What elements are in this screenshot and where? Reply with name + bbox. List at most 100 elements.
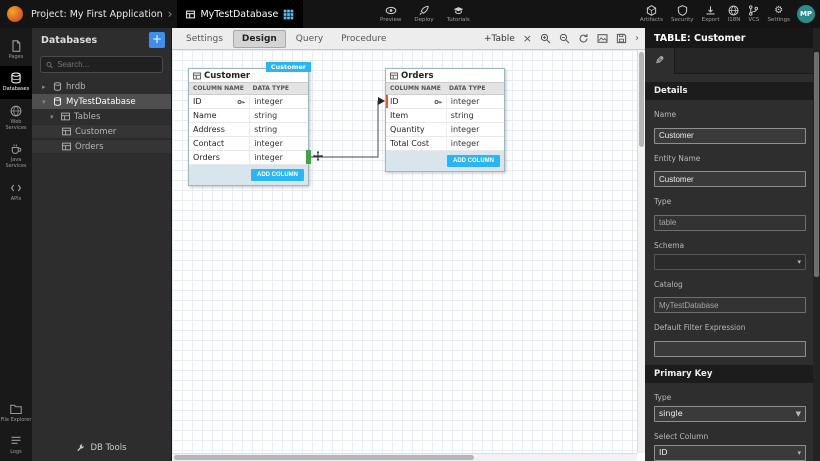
overflow-chevron-icon[interactable]: › — [635, 33, 639, 44]
edit-tab[interactable]: ✎ — [645, 48, 675, 74]
security-label: Security — [671, 17, 694, 23]
security-button[interactable]: Security — [671, 0, 694, 28]
add-table-button[interactable]: +Table — [484, 34, 515, 44]
tree-item-tables[interactable]: ▾ Tables — [32, 109, 171, 124]
settings-button[interactable]: ⚙ Settings — [767, 0, 790, 28]
canvas-horizontal-scrollbar[interactable] — [172, 453, 637, 461]
key-icon — [434, 98, 442, 106]
eye-icon — [385, 5, 397, 16]
pk-type-select[interactable]: single ▼ — [654, 406, 806, 422]
tree-item-label: MyTestDatabase — [66, 97, 136, 107]
rail-item-file-explorer[interactable]: File Explorer — [0, 397, 32, 429]
tree-item-customer[interactable]: Customer — [32, 124, 171, 139]
globe-icon — [728, 5, 739, 16]
rail-item-apis[interactable]: APIs — [0, 176, 32, 208]
rail-item-pages[interactable]: Pages — [0, 34, 32, 66]
rail-item-web-services[interactable]: Web Services — [0, 99, 32, 138]
tree-item-hrdb[interactable]: ▸ hrdb — [32, 79, 171, 94]
column-name: Total Cost — [390, 139, 429, 148]
tables-icon — [61, 112, 70, 121]
add-column-button[interactable]: ADD COLUMN — [251, 169, 304, 181]
table-row[interactable]: ID integer — [189, 95, 308, 109]
inspector-scrollbar[interactable] — [813, 28, 820, 461]
database-tab-label: MyTestDatabase — [200, 9, 278, 20]
logs-icon — [10, 435, 22, 447]
table-row[interactable]: Name string — [189, 109, 308, 123]
entity-title-bar[interactable]: Orders — [386, 69, 504, 83]
zoom-out-icon[interactable] — [559, 33, 570, 44]
vcs-button[interactable]: VCS — [748, 0, 759, 28]
db-tools-button[interactable]: DB Tools — [32, 443, 171, 453]
add-column-button[interactable]: ADD COLUMN — [447, 155, 500, 167]
rail-item-java-services[interactable]: Java Services — [0, 137, 32, 176]
tree-item-mytestdatabase[interactable]: ▾ MyTestDatabase — [32, 94, 171, 109]
default-filter-input[interactable] — [654, 341, 806, 357]
table-icon — [193, 72, 201, 80]
rail-item-databases[interactable]: Databases — [0, 66, 32, 98]
search-input[interactable] — [57, 60, 157, 69]
tutorials-button[interactable]: Tutorials — [447, 0, 470, 28]
table-row[interactable]: Contact integer — [189, 137, 308, 151]
column-name: Orders — [193, 153, 220, 162]
user-avatar[interactable]: MP — [797, 5, 815, 23]
project-name[interactable]: Project: My First Application — [31, 9, 163, 20]
database-tab[interactable]: MyTestDatabase — [177, 0, 303, 28]
scrollbar-thumb[interactable] — [639, 52, 644, 147]
table-row[interactable]: Total Cost integer — [386, 137, 504, 151]
tree-item-label: hrdb — [66, 82, 86, 92]
design-canvas[interactable]: Customer Customer COLUMN NAME DATA TYPE … — [172, 50, 637, 453]
snapshot-icon[interactable] — [597, 33, 608, 44]
i18n-button[interactable]: I18N — [728, 0, 741, 28]
tree-item-orders[interactable]: Orders — [32, 139, 171, 154]
rocket-icon — [418, 5, 430, 16]
schema-select: ▾ — [654, 254, 806, 270]
coffee-cup-icon — [10, 143, 22, 155]
tab-query[interactable]: Query — [288, 31, 331, 47]
relationship-handle[interactable] — [306, 150, 311, 164]
select-column-field: Select Column ID ▾ — [654, 432, 806, 461]
entity-card-orders[interactable]: Orders COLUMN NAME DATA TYPE ID integer … — [385, 68, 505, 172]
database-icon — [53, 82, 62, 91]
entity-card-customer[interactable]: Customer Customer COLUMN NAME DATA TYPE … — [188, 68, 309, 186]
shield-icon — [677, 5, 688, 16]
pk-type-label: Type — [654, 393, 806, 402]
zoom-in-icon[interactable] — [540, 33, 551, 44]
preview-button[interactable]: Preview — [380, 0, 401, 28]
sidebar-header: Databases + — [32, 28, 171, 52]
add-database-button[interactable]: + — [149, 32, 165, 48]
select-column-select[interactable]: ID ▾ — [654, 445, 806, 461]
name-input[interactable] — [654, 128, 806, 144]
apps-grid-icon[interactable] — [283, 9, 294, 20]
refresh-icon[interactable] — [578, 33, 589, 44]
rail-label: Logs — [10, 449, 22, 455]
entity-title: Orders — [401, 71, 434, 81]
table-row[interactable]: Address string — [189, 123, 308, 137]
deploy-button[interactable]: Deploy — [414, 0, 433, 28]
tab-procedure[interactable]: Procedure — [333, 31, 394, 47]
table-row[interactable]: ID integer — [386, 95, 504, 109]
vcs-label: VCS — [748, 17, 759, 23]
tab-settings[interactable]: Settings — [178, 31, 231, 47]
export-button[interactable]: Export — [702, 0, 720, 28]
canvas-vertical-scrollbar[interactable] — [637, 50, 645, 453]
chevron-down-icon: ▾ — [42, 98, 49, 106]
column-name: Address — [193, 125, 225, 134]
save-icon[interactable] — [616, 33, 627, 44]
rail-item-logs[interactable]: Logs — [0, 429, 32, 461]
deploy-label: Deploy — [414, 17, 433, 23]
sidebar-search[interactable] — [40, 56, 163, 73]
app-logo-icon[interactable] — [7, 6, 23, 22]
scrollbar-thumb[interactable] — [814, 52, 819, 277]
scrollbar-thumb[interactable] — [174, 455, 474, 460]
artifacts-button[interactable]: Artifacts — [640, 0, 663, 28]
table-row[interactable]: Item string — [386, 109, 504, 123]
delete-icon[interactable]: × — [523, 33, 532, 44]
entity-name-input[interactable] — [654, 171, 806, 187]
column-name: ID — [193, 97, 202, 106]
pencil-icon: ✎ — [655, 54, 664, 67]
table-row[interactable]: Orders integer — [189, 151, 308, 165]
column-type: string — [446, 109, 504, 122]
tab-design[interactable]: Design — [233, 30, 286, 48]
table-row[interactable]: Quantity integer — [386, 123, 504, 137]
entity-footer: ADD COLUMN — [189, 165, 308, 185]
